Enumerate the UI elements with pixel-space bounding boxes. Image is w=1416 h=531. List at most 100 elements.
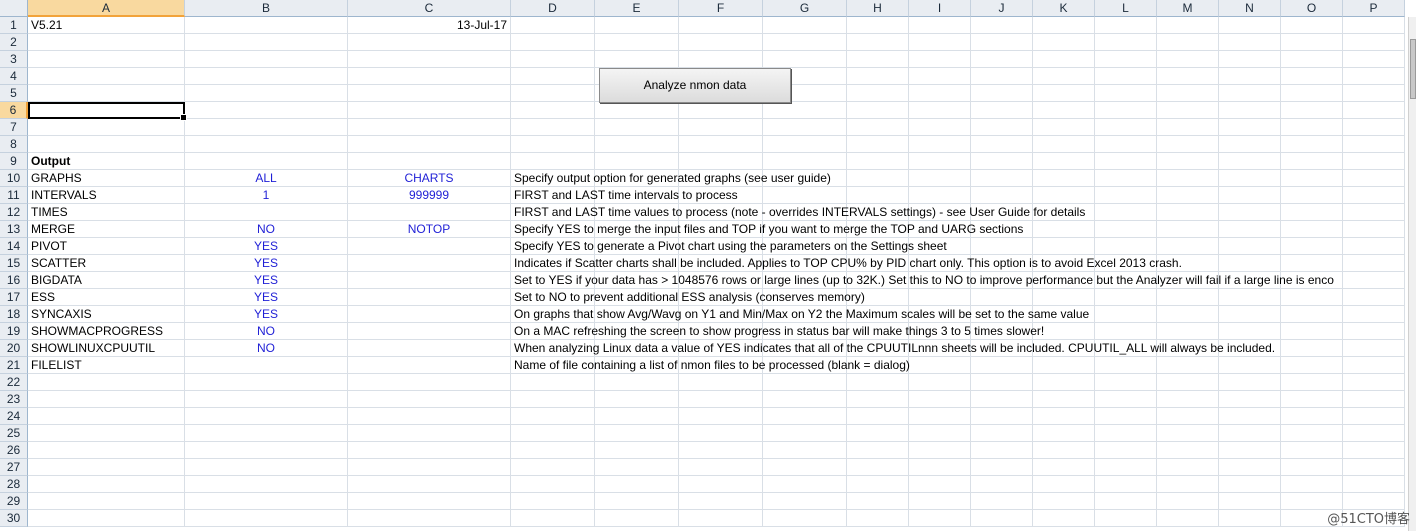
cell-b19[interactable]: NO [185, 323, 348, 340]
cell-g9[interactable] [763, 153, 847, 170]
cell-j27[interactable] [971, 459, 1033, 476]
row-header[interactable]: 6 [0, 102, 28, 119]
row-header[interactable]: 1 [0, 17, 28, 34]
cell-n28[interactable] [1219, 476, 1281, 493]
cell-l17[interactable] [1095, 289, 1157, 306]
row-header[interactable]: 10 [0, 170, 28, 187]
cell-p25[interactable] [1343, 425, 1405, 442]
cell-b26[interactable] [185, 442, 348, 459]
cell-n25[interactable] [1219, 425, 1281, 442]
cell-n14[interactable] [1219, 238, 1281, 255]
cell-b23[interactable] [185, 391, 348, 408]
cell-l24[interactable] [1095, 408, 1157, 425]
cell-i8[interactable] [909, 136, 971, 153]
cell-h4[interactable] [847, 68, 909, 85]
cell-l30[interactable] [1095, 510, 1157, 527]
cell-d3[interactable] [511, 51, 595, 68]
cell-p8[interactable] [1343, 136, 1405, 153]
cell-m13[interactable] [1157, 221, 1219, 238]
cell-e2[interactable] [595, 34, 679, 51]
cell-h9[interactable] [847, 153, 909, 170]
cell-g2[interactable] [763, 34, 847, 51]
cell-j22[interactable] [971, 374, 1033, 391]
cell-k27[interactable] [1033, 459, 1095, 476]
cell-c14[interactable] [348, 238, 511, 255]
cell-d29[interactable] [511, 493, 595, 510]
cell-g1[interactable] [763, 17, 847, 34]
cell-b16[interactable]: YES [185, 272, 348, 289]
cell-b20[interactable]: NO [185, 340, 348, 357]
cell-a9[interactable]: Output [28, 153, 185, 170]
cell-n2[interactable] [1219, 34, 1281, 51]
column-header-j[interactable]: J [971, 0, 1033, 17]
column-header-h[interactable]: H [847, 0, 909, 17]
cell-d24[interactable] [511, 408, 595, 425]
cell-c18[interactable] [348, 306, 511, 323]
cell-d18[interactable]: On graphs that show Avg/Wavg on Y1 and M… [511, 306, 1089, 323]
cell-a11[interactable]: INTERVALS [28, 187, 185, 204]
cell-h3[interactable] [847, 51, 909, 68]
cell-i7[interactable] [909, 119, 971, 136]
cell-b11[interactable]: 1 [185, 187, 348, 204]
cell-l8[interactable] [1095, 136, 1157, 153]
cell-i11[interactable] [909, 187, 971, 204]
cell-b24[interactable] [185, 408, 348, 425]
cell-m29[interactable] [1157, 493, 1219, 510]
cell-d22[interactable] [511, 374, 595, 391]
cell-f2[interactable] [679, 34, 763, 51]
cell-g22[interactable] [763, 374, 847, 391]
cell-k4[interactable] [1033, 68, 1095, 85]
cell-m7[interactable] [1157, 119, 1219, 136]
cell-h25[interactable] [847, 425, 909, 442]
row-header[interactable]: 13 [0, 221, 28, 238]
cell-k9[interactable] [1033, 153, 1095, 170]
cell-p11[interactable] [1343, 187, 1405, 204]
cell-j8[interactable] [971, 136, 1033, 153]
cell-p2[interactable] [1343, 34, 1405, 51]
row-header[interactable]: 2 [0, 34, 28, 51]
cell-d8[interactable] [511, 136, 595, 153]
cell-g25[interactable] [763, 425, 847, 442]
cell-m5[interactable] [1157, 85, 1219, 102]
cell-f9[interactable] [679, 153, 763, 170]
cell-n13[interactable] [1219, 221, 1281, 238]
cell-b29[interactable] [185, 493, 348, 510]
cell-d12[interactable]: FIRST and LAST time values to process (n… [511, 204, 1085, 221]
cell-f25[interactable] [679, 425, 763, 442]
cell-p4[interactable] [1343, 68, 1405, 85]
cell-k30[interactable] [1033, 510, 1095, 527]
cell-b10[interactable]: ALL [185, 170, 348, 187]
cell-l18[interactable] [1095, 306, 1157, 323]
cell-m30[interactable] [1157, 510, 1219, 527]
cell-o28[interactable] [1281, 476, 1343, 493]
cell-j3[interactable] [971, 51, 1033, 68]
cell-a30[interactable] [28, 510, 185, 527]
column-header-g[interactable]: G [763, 0, 847, 17]
cell-k17[interactable] [1033, 289, 1095, 306]
cell-e30[interactable] [595, 510, 679, 527]
cell-f26[interactable] [679, 442, 763, 459]
cell-i30[interactable] [909, 510, 971, 527]
row-header[interactable]: 7 [0, 119, 28, 136]
cell-o10[interactable] [1281, 170, 1343, 187]
row-header[interactable]: 24 [0, 408, 28, 425]
cell-a14[interactable]: PIVOT [28, 238, 185, 255]
cell-e6[interactable] [595, 102, 679, 119]
cell-p22[interactable] [1343, 374, 1405, 391]
cell-n18[interactable] [1219, 306, 1281, 323]
row-header[interactable]: 15 [0, 255, 28, 272]
cell-l29[interactable] [1095, 493, 1157, 510]
cell-l13[interactable] [1095, 221, 1157, 238]
cell-l9[interactable] [1095, 153, 1157, 170]
cell-k1[interactable] [1033, 17, 1095, 34]
cell-a5[interactable] [28, 85, 185, 102]
cell-e27[interactable] [595, 459, 679, 476]
cell-j29[interactable] [971, 493, 1033, 510]
cell-d14[interactable]: Specify YES to generate a Pivot chart us… [511, 238, 947, 255]
cell-c26[interactable] [348, 442, 511, 459]
cell-h29[interactable] [847, 493, 909, 510]
cell-i25[interactable] [909, 425, 971, 442]
cell-a6[interactable] [28, 102, 187, 121]
cell-l6[interactable] [1095, 102, 1157, 119]
cell-c19[interactable] [348, 323, 511, 340]
